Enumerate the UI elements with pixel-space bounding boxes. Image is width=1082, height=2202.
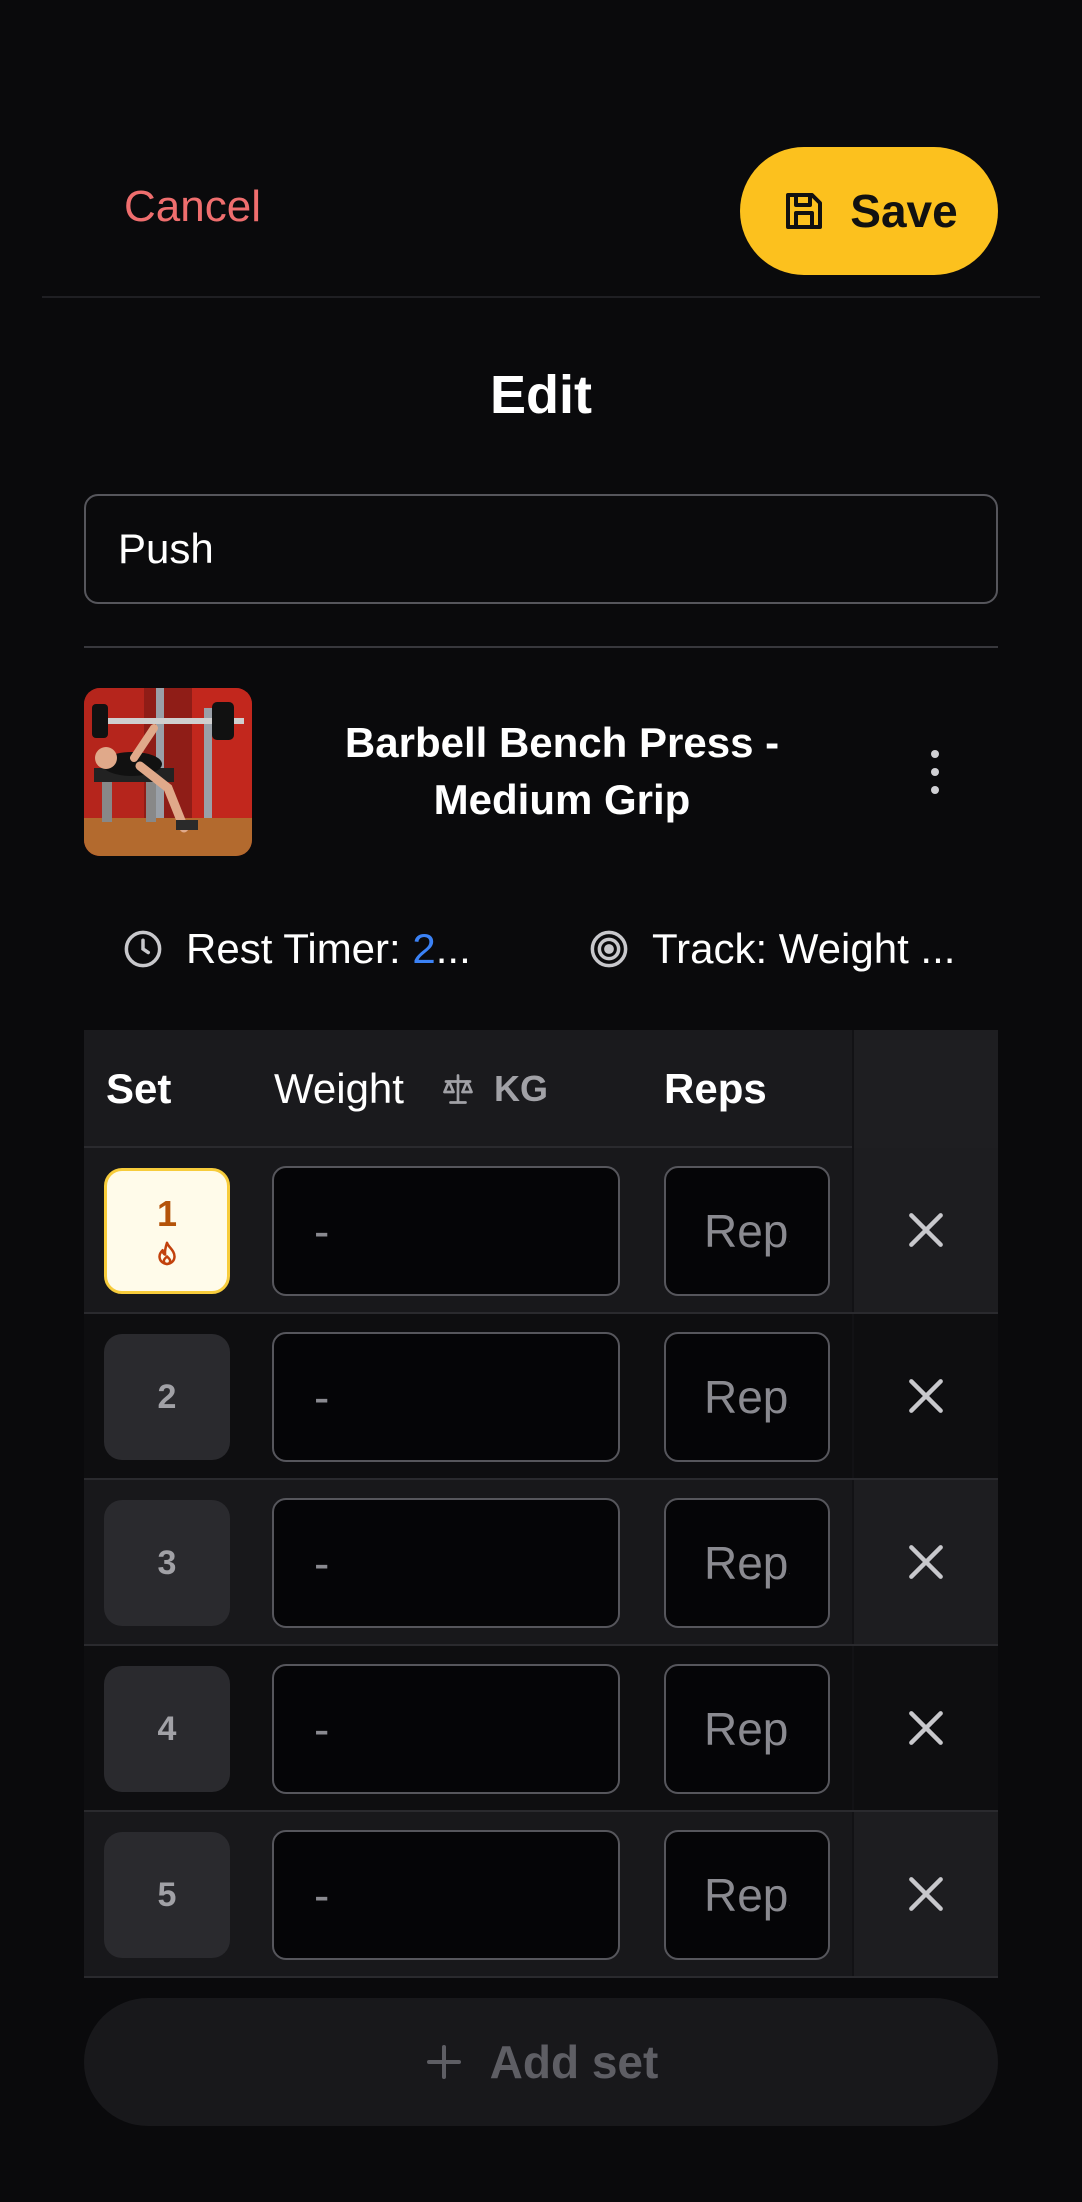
flame-icon [158, 1241, 176, 1266]
add-set-button[interactable]: Add set [84, 1998, 998, 2126]
weight-input[interactable] [272, 1332, 620, 1462]
dot [931, 786, 939, 794]
scale-icon [443, 1074, 473, 1104]
rest-timer-button[interactable]: Rest Timer: 2... [122, 918, 471, 980]
more-options-icon[interactable] [915, 750, 955, 794]
save-icon [786, 193, 823, 229]
plus-icon [426, 2045, 461, 2079]
weight-unit-label: KG [493, 1068, 548, 1109]
set-row: 3 [84, 1480, 998, 1646]
weight-input[interactable] [272, 1664, 620, 1794]
reps-input[interactable] [664, 1498, 830, 1628]
delete-set-button[interactable] [852, 1314, 998, 1478]
close-icon [909, 1545, 943, 1579]
set-type-badge[interactable]: 4 [104, 1666, 230, 1792]
set-number: 1 [156, 1193, 178, 1234]
close-icon [909, 1379, 943, 1413]
set-number: 5 [157, 1875, 177, 1914]
weight-unit-toggle[interactable]: KG [440, 1068, 548, 1110]
delete-set-button[interactable] [852, 1480, 998, 1644]
close-icon [909, 1877, 943, 1911]
reps-input[interactable] [664, 1332, 830, 1462]
section-divider [84, 646, 998, 648]
exercise-name[interactable]: Barbell Bench Press - Medium Grip [300, 714, 824, 828]
header-weight-label: Weight [274, 1065, 404, 1112]
save-button[interactable]: Save [740, 147, 998, 275]
set-number: 2 [157, 1377, 177, 1416]
weight-input[interactable] [272, 1830, 620, 1960]
header-bar: Cancel Save [0, 0, 1082, 298]
sets-table-header: Set Weight KG Reps [84, 1030, 998, 1148]
reps-input[interactable] [664, 1166, 830, 1296]
routine-name-input[interactable] [84, 494, 998, 604]
dot [931, 768, 939, 776]
save-button-label: Save [850, 185, 958, 237]
reps-input[interactable] [664, 1664, 830, 1794]
header-set: Set [106, 1065, 172, 1112]
set-row: 1 [84, 1148, 998, 1314]
rest-timer-value: 2 [412, 925, 436, 972]
set-type-badge[interactable]: 3 [104, 1500, 230, 1626]
weight-input[interactable] [272, 1166, 620, 1296]
header-reps: Reps [664, 1065, 767, 1112]
track-label: Track: Weight ... [652, 925, 956, 972]
dot [931, 750, 939, 758]
header-actions-column [852, 1030, 998, 1148]
set-row: 4 [84, 1646, 998, 1812]
set-type-badge[interactable]: 5 [104, 1832, 230, 1958]
set-number: 4 [157, 1709, 177, 1748]
target-icon [590, 930, 628, 968]
track-type-button[interactable]: Track: Weight ... [588, 918, 955, 980]
delete-set-button[interactable] [852, 1148, 998, 1312]
header-weight: Weight KG [274, 1030, 548, 1148]
delete-set-button[interactable] [852, 1646, 998, 1810]
set-type-badge[interactable]: 1 [104, 1168, 230, 1294]
close-icon [909, 1711, 943, 1745]
rest-timer-ellipsis: ... [435, 925, 471, 972]
set-type-badge[interactable]: 2 [104, 1334, 230, 1460]
cancel-button[interactable]: Cancel [124, 182, 261, 232]
close-icon [909, 1213, 943, 1247]
add-set-label: Add set [489, 2036, 659, 2088]
header-divider [42, 296, 1040, 298]
weight-input[interactable] [272, 1498, 620, 1628]
set-number: 3 [157, 1543, 177, 1582]
exercise-thumbnail[interactable] [84, 688, 252, 856]
set-row: 5 [84, 1812, 998, 1978]
clock-icon [124, 930, 162, 968]
bench-press-photo-icon [84, 688, 252, 856]
reps-input[interactable] [664, 1830, 830, 1960]
sets-table: Set Weight KG Reps 1 - Reps 2 - Reps 3 -… [84, 1030, 998, 1978]
page-title: Edit [490, 365, 592, 425]
set-row: 2 [84, 1314, 998, 1480]
delete-set-button[interactable] [852, 1812, 998, 1976]
rest-timer-label: Rest Timer: [186, 925, 401, 972]
